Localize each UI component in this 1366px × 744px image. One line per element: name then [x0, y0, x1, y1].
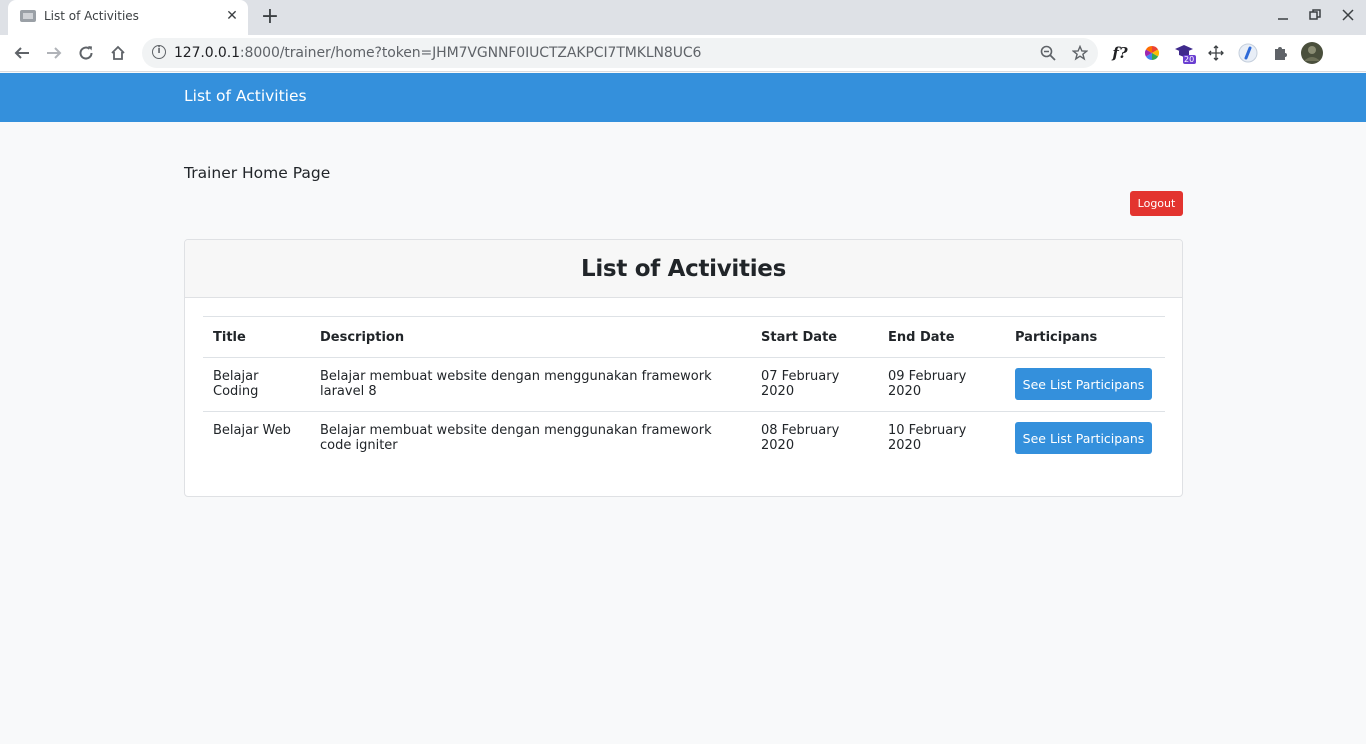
see-list-participans-button[interactable]: See List Participans: [1015, 422, 1152, 454]
table-row: Belajar Web Belajar membuat website deng…: [203, 412, 1165, 466]
cell-description: Belajar membuat website dengan menggunak…: [310, 357, 751, 412]
url-host: 127.0.0.1: [174, 45, 240, 61]
card-title: List of Activities: [580, 255, 786, 282]
header-description: Description: [310, 316, 751, 358]
reload-icon[interactable]: [75, 42, 97, 64]
cell-title: Belajar Coding: [203, 357, 310, 412]
header-participans: Participans: [1005, 316, 1165, 358]
navbar-brand[interactable]: List of Activities: [184, 87, 307, 105]
extensions-puzzle-icon[interactable]: [1269, 42, 1291, 64]
page-title: Trainer Home Page: [184, 164, 331, 182]
tab-close-icon[interactable]: ✕: [224, 8, 240, 24]
header-start-date: Start Date: [751, 316, 878, 358]
move-cursor-extension-icon[interactable]: [1205, 42, 1227, 64]
bookmark-star-icon[interactable]: [1071, 44, 1089, 62]
tab-strip: List of Activities ✕ +: [0, 0, 1366, 35]
card-header: List of Activities: [185, 240, 1182, 298]
cell-end-date: 10 February 2020: [888, 423, 967, 453]
table-header-row: Title Description Start Date End Date Pa…: [203, 316, 1165, 358]
close-window-icon[interactable]: [1340, 9, 1356, 25]
header-title: Title: [203, 316, 310, 358]
color-wheel-extension-icon[interactable]: [1141, 42, 1163, 64]
see-list-participans-button[interactable]: See List Participans: [1015, 368, 1152, 400]
activities-table: Title Description Start Date End Date Pa…: [203, 316, 1165, 466]
cell-title: Belajar Web: [213, 423, 291, 438]
cell-start-date: 08 February 2020: [761, 423, 840, 453]
restore-icon[interactable]: [1307, 9, 1323, 25]
favicon-icon: [20, 10, 36, 22]
cell-start-date: 07 February 2020: [751, 357, 878, 412]
back-icon[interactable]: [11, 42, 33, 64]
table-row: Belajar Coding Belajar membuat website d…: [203, 357, 1165, 412]
address-bar[interactable]: i 127.0.0.1:8000/trainer/home?token=JHM7…: [142, 38, 1098, 68]
cell-action: See List Participans: [1005, 412, 1165, 466]
blue-circle-extension-icon[interactable]: [1237, 42, 1259, 64]
top-navbar: List of Activities: [0, 73, 1366, 122]
header-end-date: End Date: [878, 316, 1005, 358]
new-tab-button[interactable]: +: [259, 6, 281, 29]
site-info-icon[interactable]: i: [152, 45, 166, 59]
extension-badge: 20: [1184, 55, 1195, 64]
cell-action: See List Participans: [1005, 357, 1165, 412]
cell-end-date: 09 February 2020: [878, 357, 1005, 412]
graduation-extension-icon[interactable]: 20: [1174, 42, 1196, 64]
formula-extension-icon[interactable]: f?: [1109, 42, 1131, 64]
home-icon[interactable]: [107, 42, 129, 64]
logout-button[interactable]: Logout: [1130, 191, 1183, 216]
profile-avatar[interactable]: [1301, 42, 1323, 64]
tab-title: List of Activities: [44, 9, 139, 23]
activities-card: List of Activities Title Description Sta…: [184, 239, 1183, 497]
url-text: 127.0.0.1:8000/trainer/home?token=JHM7VG…: [174, 45, 701, 61]
url-path: :8000/trainer/home?token=JHM7VGNNF0IUCTZ…: [239, 45, 702, 61]
zoom-icon[interactable]: [1039, 44, 1057, 62]
browser-toolbar: i 127.0.0.1:8000/trainer/home?token=JHM7…: [0, 35, 1366, 72]
cell-description: Belajar membuat website dengan menggunak…: [320, 423, 712, 453]
browser-tab[interactable]: List of Activities ✕: [8, 0, 248, 35]
forward-icon[interactable]: [43, 42, 65, 64]
minimize-icon[interactable]: [1275, 9, 1291, 25]
